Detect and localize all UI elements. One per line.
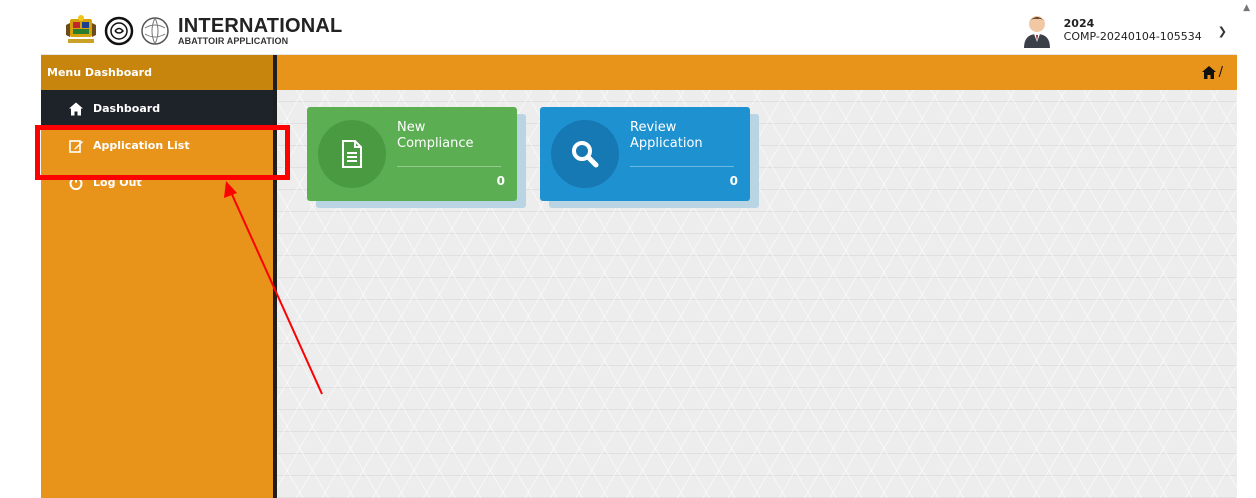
sidebar: Dashboard Application List Log Out bbox=[41, 90, 273, 498]
card-title-line1: Review bbox=[630, 120, 677, 135]
card-count: 0 bbox=[496, 174, 505, 188]
card-title-line1: New bbox=[397, 120, 426, 135]
logo-group: INTERNATIONAL ABATTOIR APPLICATION bbox=[64, 14, 342, 48]
sidebar-item-application-list[interactable]: Application List bbox=[41, 127, 273, 164]
breadcrumb-bar: / bbox=[277, 55, 1237, 90]
user-avatar-icon bbox=[1023, 16, 1050, 48]
sidebar-item-log-out[interactable]: Log Out bbox=[41, 164, 273, 201]
scroll-up-icon[interactable]: ▲ bbox=[1243, 3, 1250, 13]
sidebar-item-label: Application List bbox=[93, 139, 190, 152]
card-divider bbox=[630, 166, 734, 167]
user-id: COMP-20240104-105534 bbox=[1063, 30, 1202, 43]
card-icon-circle bbox=[551, 120, 619, 188]
brand-text: INTERNATIONAL ABATTOIR APPLICATION bbox=[178, 16, 342, 46]
sidebar-item-label: Log Out bbox=[93, 176, 142, 189]
card-icon-circle bbox=[318, 120, 386, 188]
menu-heading: Menu Dashboard bbox=[41, 55, 273, 90]
globe-logo bbox=[141, 17, 169, 45]
sidebar-item-dashboard[interactable]: Dashboard bbox=[41, 90, 273, 127]
brand-title: INTERNATIONAL bbox=[178, 15, 343, 37]
home-icon bbox=[69, 102, 83, 115]
halal-logo bbox=[104, 16, 134, 46]
app-window: INTERNATIONAL ABATTOIR APPLICATION 2024 … bbox=[41, 0, 1237, 498]
power-icon bbox=[69, 176, 83, 190]
home-icon[interactable] bbox=[1201, 66, 1216, 79]
breadcrumb-separator: / bbox=[1218, 65, 1223, 80]
card-count: 0 bbox=[729, 174, 738, 188]
card-title-line2: Compliance bbox=[397, 136, 474, 151]
card-divider bbox=[397, 166, 501, 167]
top-header: INTERNATIONAL ABATTOIR APPLICATION 2024 … bbox=[41, 7, 1237, 55]
sidebar-item-label: Dashboard bbox=[93, 102, 161, 115]
review-application-card[interactable]: Review Application 0 bbox=[540, 107, 750, 201]
user-menu[interactable]: 2024 COMP-20240104-105534 ❯ bbox=[1022, 11, 1237, 51]
breadcrumb: / bbox=[1201, 65, 1223, 80]
new-compliance-card[interactable]: New Compliance 0 bbox=[307, 107, 517, 201]
dashboard-content: New Compliance 0 Review Application 0 bbox=[277, 90, 1237, 498]
brand-subtitle: ABATTOIR APPLICATION bbox=[178, 36, 289, 46]
coat-of-arms-logo bbox=[66, 15, 96, 43]
page-scrollbar[interactable]: ▲ bbox=[1237, 0, 1256, 498]
edit-icon bbox=[69, 139, 83, 153]
document-icon bbox=[342, 140, 362, 168]
chevron-down-icon[interactable]: ❯ bbox=[1218, 25, 1227, 38]
search-icon bbox=[572, 141, 599, 168]
card-title-line2: Application bbox=[630, 136, 703, 151]
